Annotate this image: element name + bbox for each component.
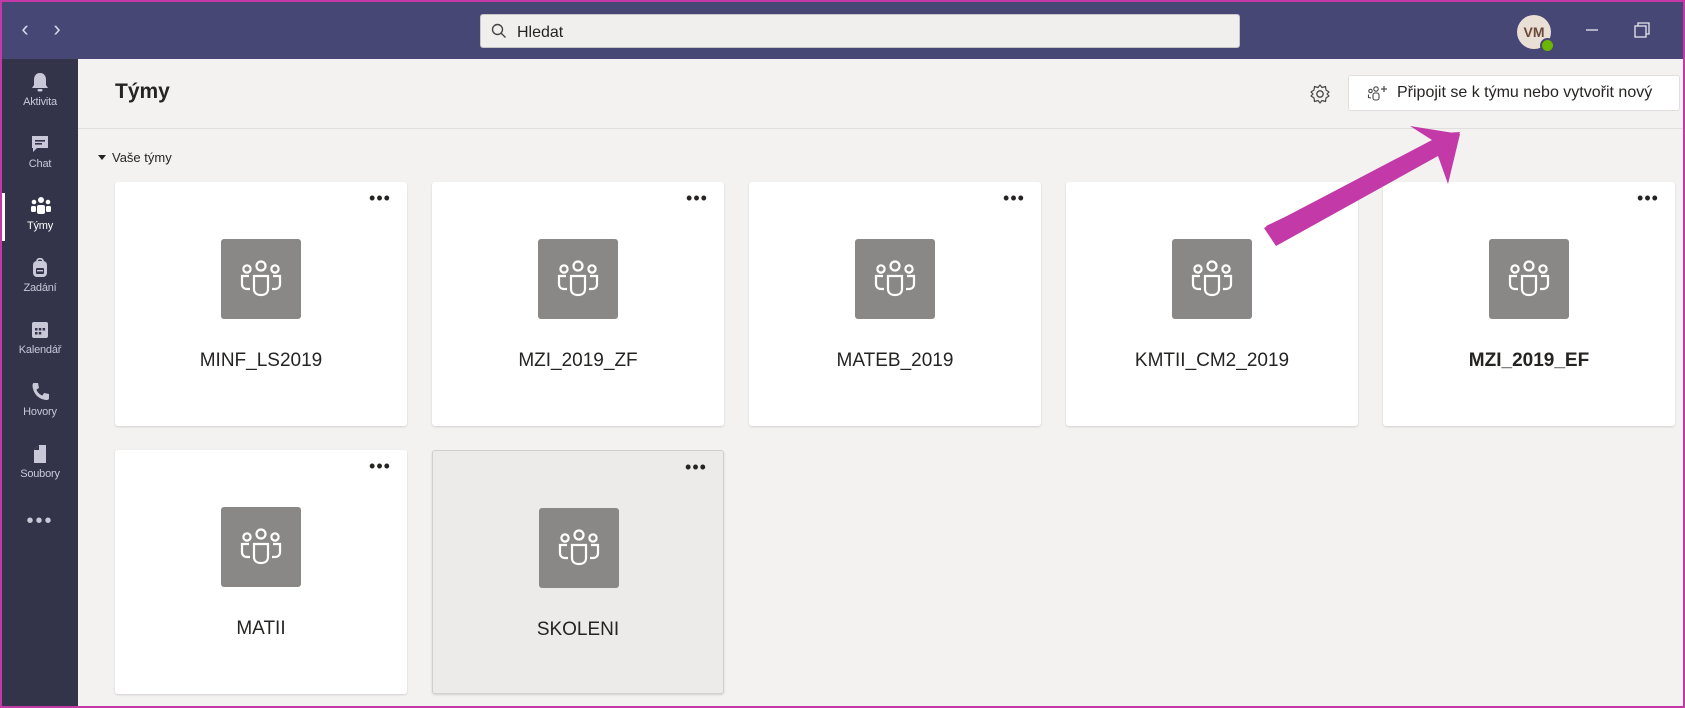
app-rail: Aktivita Chat Týmy Zadání Kalendář Hovor… xyxy=(2,59,78,706)
rail-item-assignments[interactable]: Zadání xyxy=(2,249,78,311)
team-people-icon xyxy=(240,260,282,297)
team-people-icon xyxy=(1191,260,1233,297)
annotation-arrow xyxy=(1264,126,1460,246)
rail-item-label: Týmy xyxy=(26,220,54,232)
rail-item-calendar[interactable]: Kalendář xyxy=(2,311,78,373)
rail-item-chat[interactable]: Chat xyxy=(2,125,78,187)
team-name: MATEB_2019 xyxy=(836,350,954,371)
bell-icon xyxy=(32,73,48,92)
more-options-icon[interactable]: ••• xyxy=(1635,189,1661,210)
section-label: Vaše týmy xyxy=(112,150,172,165)
team-card[interactable]: ••• MZI_2019_ZF xyxy=(432,182,724,426)
team-card[interactable]: ••• SKOLENI xyxy=(432,450,724,694)
add-team-icon xyxy=(1367,86,1387,101)
team-name: MINF_LS2019 xyxy=(199,350,323,371)
forward-arrow-icon[interactable]: › xyxy=(46,16,68,42)
team-name: MATII xyxy=(236,618,286,639)
title-bar: ‹ › VM xyxy=(2,2,1683,59)
team-card[interactable]: ••• MATII xyxy=(115,450,407,694)
team-name: MZI_2019_EF xyxy=(1468,350,1590,371)
rail-item-label: Hovory xyxy=(23,406,57,418)
presence-available-icon xyxy=(1540,38,1555,53)
chat-icon xyxy=(32,136,48,152)
team-avatar-tile xyxy=(538,239,618,319)
more-options-icon[interactable]: ••• xyxy=(684,189,710,210)
team-avatar-tile xyxy=(221,507,301,587)
team-avatar-tile xyxy=(1489,239,1569,319)
team-avatar-tile xyxy=(1172,239,1252,319)
rail-item-label: Zadání xyxy=(23,282,57,294)
back-arrow-icon[interactable]: ‹ xyxy=(14,16,36,42)
team-name: MZI_2019_ZF xyxy=(518,350,638,371)
teams-icon xyxy=(31,197,51,214)
rail-item-teams[interactable]: Týmy xyxy=(2,187,78,249)
team-card[interactable]: ••• MINF_LS2019 xyxy=(115,182,407,426)
rail-item-files[interactable]: Soubory xyxy=(2,435,78,497)
join-or-create-team-button[interactable]: Připojit se k týmu nebo vytvořit nový xyxy=(1348,75,1680,111)
team-avatar-tile xyxy=(855,239,935,319)
rail-item-label: Chat xyxy=(28,158,52,170)
app-window: ‹ › VM xyxy=(0,0,1685,708)
join-or-create-team-label: Připojit se k týmu nebo vytvořit nový xyxy=(1397,84,1653,101)
search-icon xyxy=(491,23,506,38)
team-name: KMTII_CM2_2019 xyxy=(1134,350,1290,371)
minimize-button[interactable] xyxy=(1580,18,1604,42)
team-avatar-tile xyxy=(221,239,301,319)
minimize-icon xyxy=(1586,29,1598,31)
caret-down-icon xyxy=(98,155,106,161)
team-people-icon xyxy=(874,260,916,297)
restore-button[interactable] xyxy=(1630,18,1654,42)
file-icon xyxy=(34,445,46,463)
your-teams-section-toggle[interactable]: Vaše týmy xyxy=(98,150,172,168)
phone-icon xyxy=(32,383,49,400)
search-box[interactable] xyxy=(480,14,1240,48)
more-options-icon[interactable]: ••• xyxy=(683,458,709,479)
rail-item-calls[interactable]: Hovory xyxy=(2,373,78,435)
restore-icon xyxy=(1634,22,1650,38)
gear-icon xyxy=(1310,84,1330,104)
manage-teams-settings-button[interactable] xyxy=(1307,81,1333,107)
backpack-icon xyxy=(33,257,47,277)
team-people-icon xyxy=(558,529,600,566)
more-apps-ellipsis-icon[interactable]: ••• xyxy=(24,511,56,535)
calendar-icon xyxy=(32,322,48,338)
rail-item-label: Kalendář xyxy=(18,344,62,356)
rail-item-label: Soubory xyxy=(20,468,60,480)
more-options-icon[interactable]: ••• xyxy=(1001,189,1027,210)
team-avatar-tile xyxy=(539,508,619,588)
page-title: Týmy xyxy=(115,80,170,103)
more-options-icon[interactable]: ••• xyxy=(367,189,393,210)
team-people-icon xyxy=(1508,260,1550,297)
team-people-icon xyxy=(240,528,282,565)
team-card[interactable]: ••• MATEB_2019 xyxy=(749,182,1041,426)
team-people-icon xyxy=(557,260,599,297)
rail-item-label: Aktivita xyxy=(23,96,57,108)
team-name: SKOLENI xyxy=(536,619,620,640)
more-options-icon[interactable]: ••• xyxy=(367,457,393,478)
search-input[interactable] xyxy=(515,21,1219,45)
rail-item-activity[interactable]: Aktivita xyxy=(2,63,78,125)
